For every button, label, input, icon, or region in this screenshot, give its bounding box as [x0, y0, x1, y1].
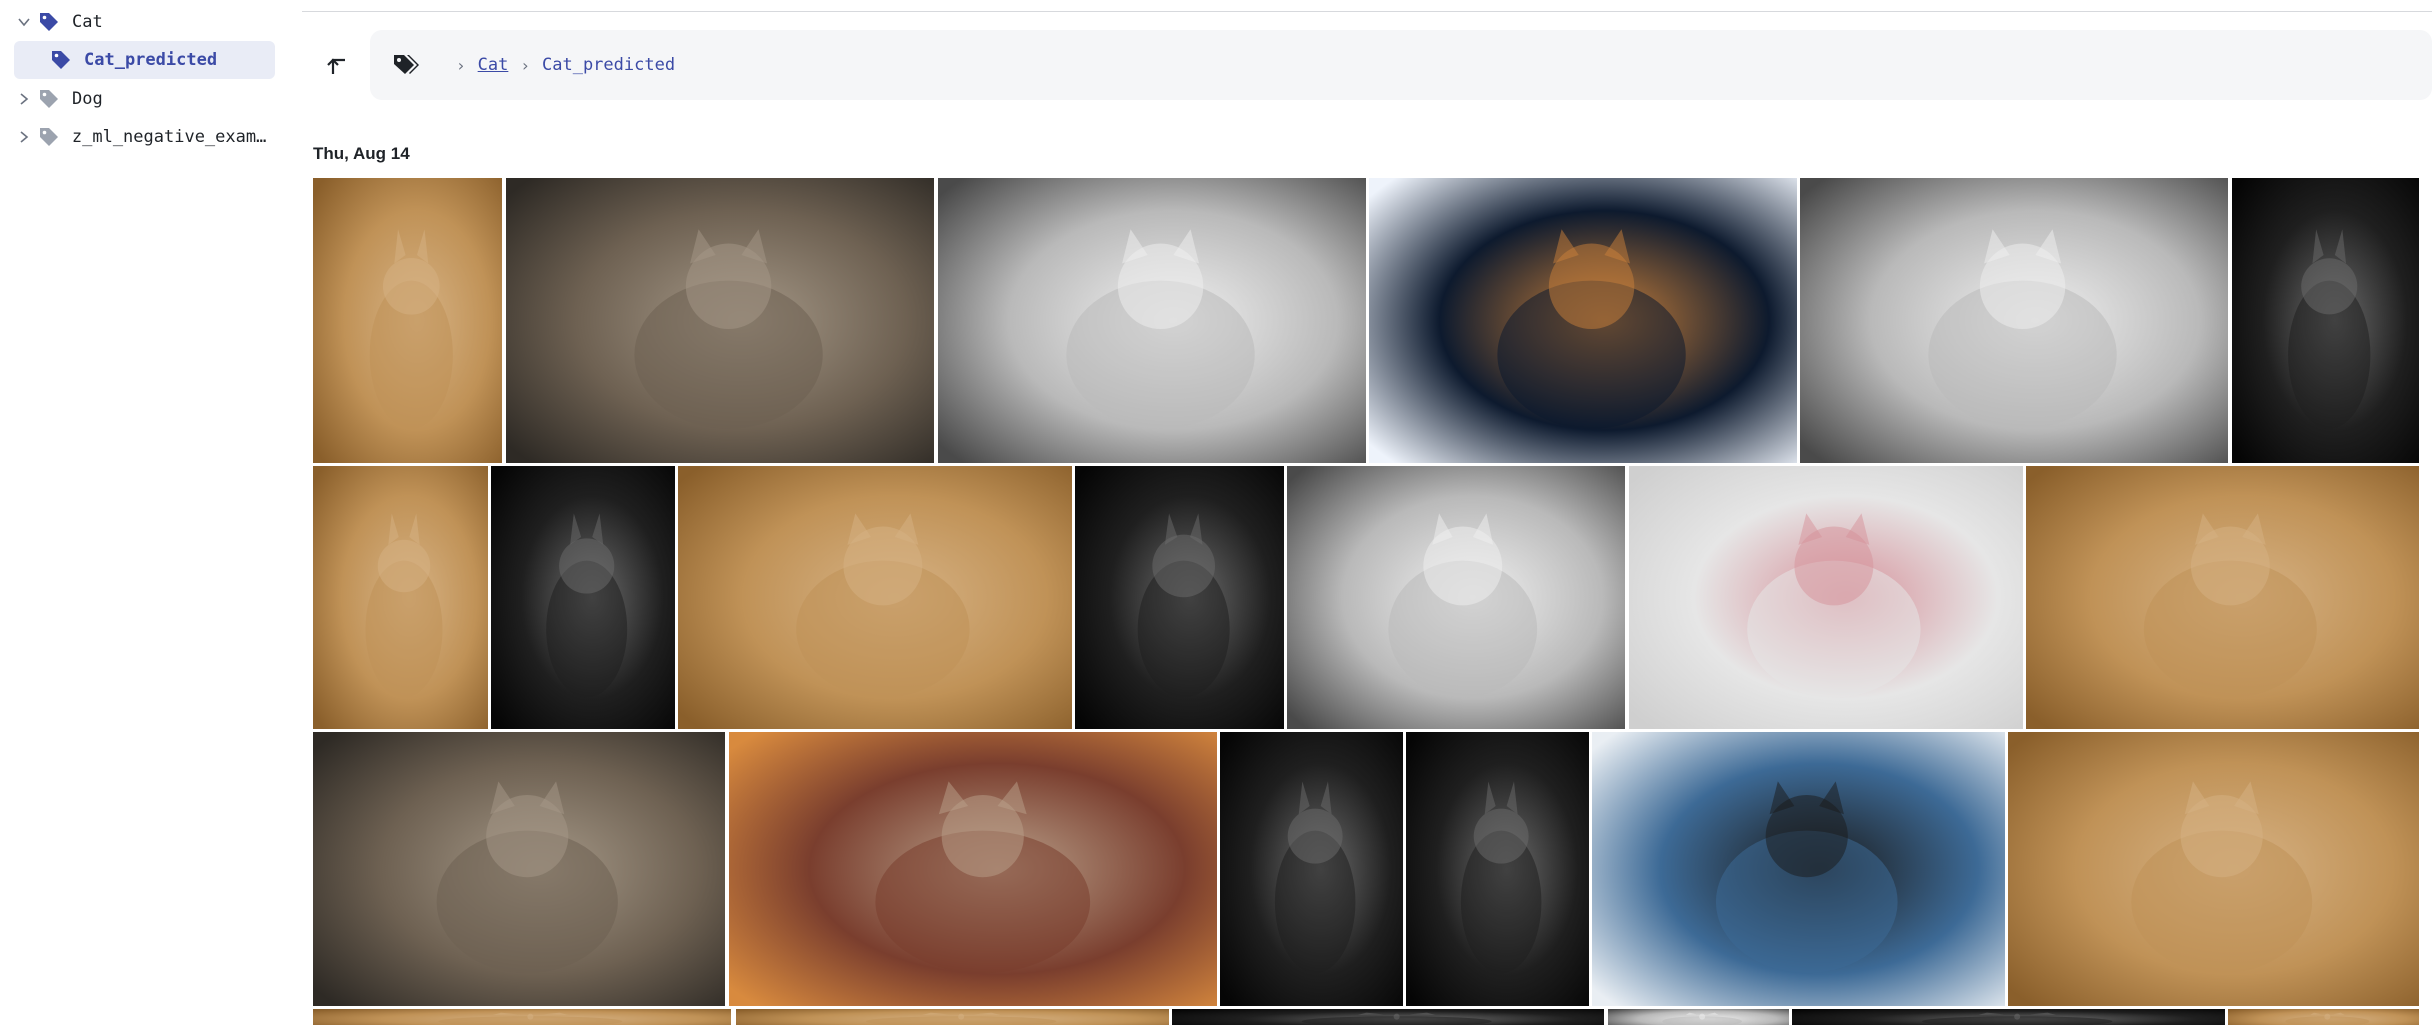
photo-thumbnail[interactable] [1369, 178, 1797, 463]
photo-thumbnail[interactable] [1287, 466, 1625, 729]
tag-icon [38, 126, 62, 148]
photo-thumbnail[interactable] [1592, 732, 2005, 1006]
breadcrumb-link-cat[interactable]: Cat [478, 55, 509, 75]
photo-thumbnail[interactable] [678, 466, 1072, 729]
breadcrumb-bar: › Cat › Cat_predicted [302, 30, 2432, 100]
tag-icon [50, 49, 74, 71]
photo-thumbnail[interactable] [1608, 1009, 1789, 1025]
back-button[interactable] [306, 30, 370, 100]
photo-thumbnail[interactable] [938, 178, 1366, 463]
tree-item-ml-negative[interactable]: z_ml_negative_examp… [14, 118, 276, 156]
tree-item-dog[interactable]: Dog [14, 80, 276, 118]
photo-thumbnail[interactable] [1075, 466, 1284, 729]
divider [302, 11, 2432, 12]
photo-thumbnail[interactable] [729, 732, 1217, 1006]
tree-item-cat-predicted[interactable]: Cat_predicted [14, 41, 275, 79]
breadcrumb-separator: › [520, 55, 530, 75]
photo-thumbnail[interactable] [1629, 466, 2023, 729]
photo-thumbnail[interactable] [1792, 1009, 2225, 1025]
photo-thumbnail[interactable] [506, 178, 934, 463]
photo-thumbnail[interactable] [313, 466, 488, 729]
tree-item-cat[interactable]: Cat [14, 3, 276, 41]
tag-icon [38, 11, 62, 33]
chevron-right-icon[interactable] [14, 89, 34, 109]
breadcrumb-separator: › [456, 55, 466, 75]
date-group-header: Thu, Aug 14 [313, 144, 410, 163]
photo-thumbnail[interactable] [313, 732, 725, 1006]
arrow-up-back-icon [327, 58, 345, 74]
photo-thumbnail[interactable] [1172, 1009, 1604, 1025]
chevron-down-icon[interactable] [14, 12, 34, 32]
breadcrumb-current: Cat_predicted [542, 55, 676, 75]
tree-item-label: Cat [72, 12, 103, 32]
photo-thumbnail[interactable] [1220, 732, 1403, 1006]
chevron-right-icon[interactable] [14, 127, 34, 147]
photo-thumbnail[interactable] [2228, 1009, 2419, 1025]
photo-thumbnail[interactable] [736, 1009, 1169, 1025]
tree-item-label: Cat_predicted [84, 50, 218, 70]
tree-item-label: Dog [72, 89, 103, 109]
tag-icon [38, 88, 62, 110]
photo-thumbnail[interactable] [2008, 732, 2419, 1006]
photo-thumbnail[interactable] [2026, 466, 2419, 729]
photo-thumbnail[interactable] [313, 1009, 731, 1025]
tags-icon[interactable] [392, 50, 426, 80]
photo-thumbnail[interactable] [1406, 732, 1589, 1006]
tag-tree-sidebar: Cat Cat_predicted Dog z_ml_negative_exam… [0, 0, 285, 1025]
breadcrumb: › Cat › Cat_predicted [370, 30, 2432, 100]
photo-thumbnail[interactable] [313, 178, 502, 463]
tree-item-label: z_ml_negative_examp… [71, 127, 276, 147]
photo-thumbnail[interactable] [491, 466, 675, 729]
photo-thumbnail[interactable] [2232, 178, 2419, 463]
photo-thumbnail[interactable] [1800, 178, 2228, 463]
